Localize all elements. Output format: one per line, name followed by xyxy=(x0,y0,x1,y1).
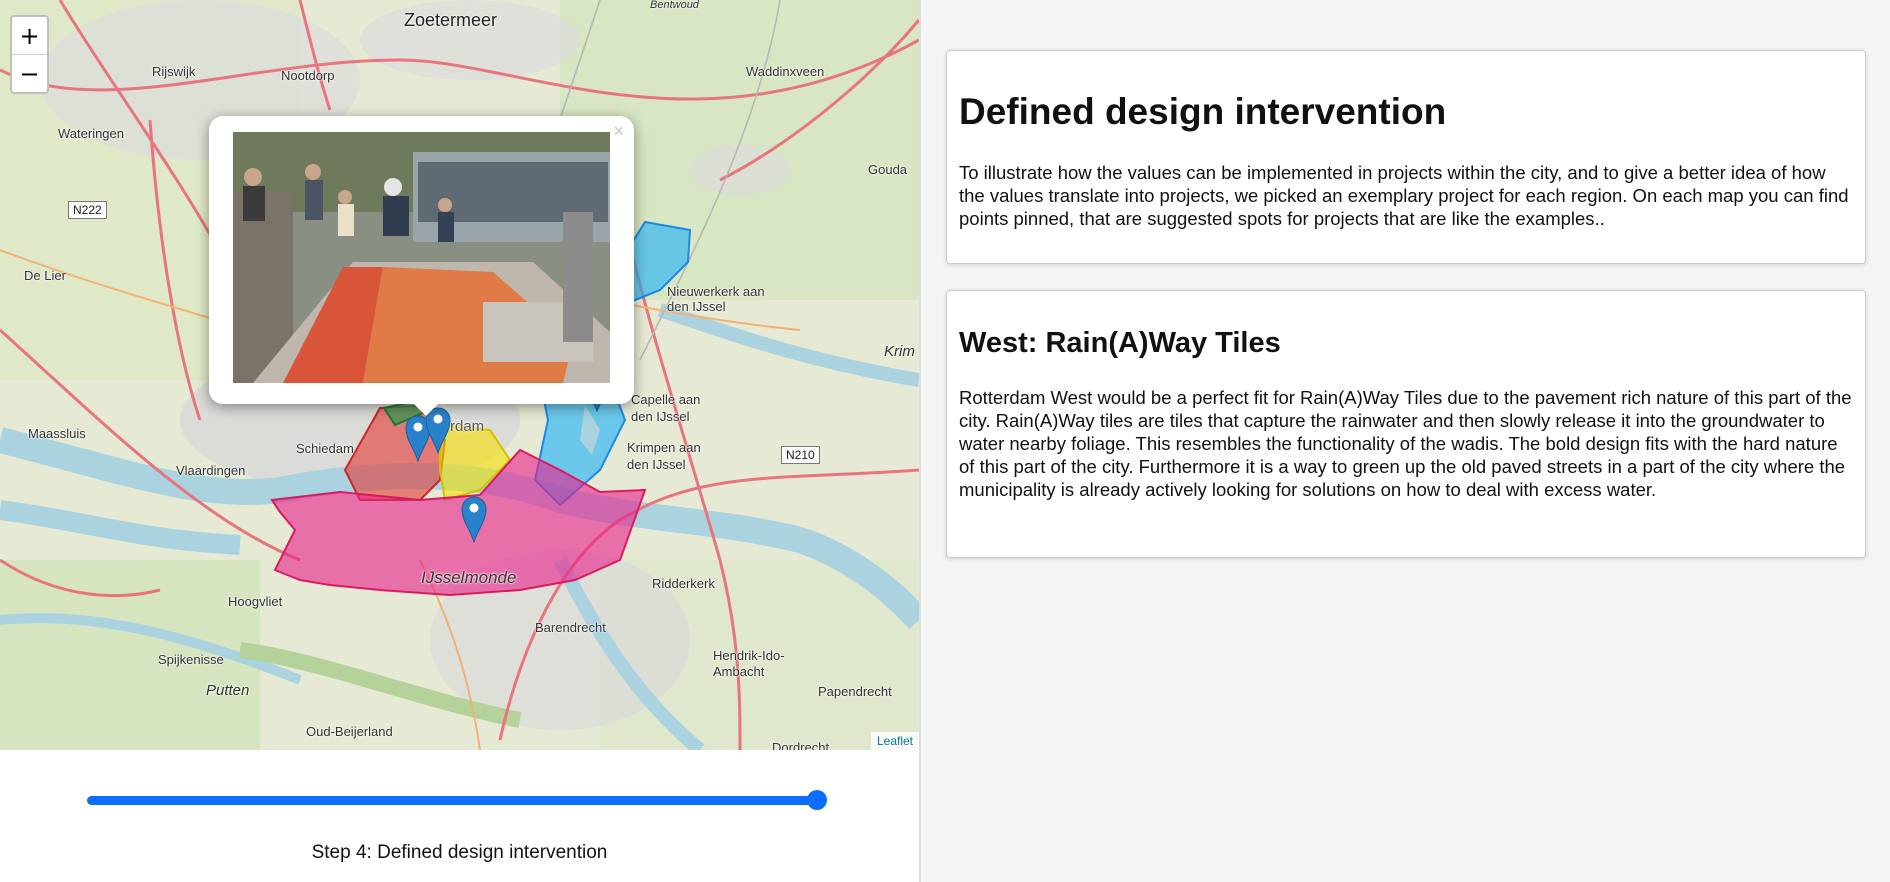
place-label-papendrecht: Papendrecht xyxy=(818,684,892,699)
region-body: Rotterdam West would be a perfect fit fo… xyxy=(959,387,1852,500)
map[interactable]: Zoetermeer Rijswijk Nootdorp Waddinxveen… xyxy=(0,0,919,750)
place-label-oud-beijerland: Oud-Beijerland xyxy=(306,724,393,739)
place-label-dordrecht: Dordrecht xyxy=(772,740,830,750)
left-pane: Zoetermeer Rijswijk Nootdorp Waddinxveen… xyxy=(0,0,919,882)
place-label-rotterdam-partial: rdam xyxy=(450,418,485,435)
region-title: West: Rain(A)Way Tiles xyxy=(959,327,1281,359)
place-label-spijkenisse: Spijkenisse xyxy=(158,652,224,667)
place-label-krimpen-partial: Krim xyxy=(884,343,915,360)
place-label-hendrik-ido-ambacht: Hendrik-Ido-Ambacht xyxy=(713,648,785,679)
pane-divider xyxy=(919,0,921,882)
place-label-gouda: Gouda xyxy=(868,162,908,177)
place-label-schiedam: Schiedam xyxy=(296,441,354,456)
slider-track[interactable] xyxy=(87,796,817,805)
intro-card: Defined design intervention To illustrat… xyxy=(946,50,1866,264)
popup-close-button[interactable]: × xyxy=(613,121,624,142)
step-label: Step 4: Defined design intervention xyxy=(311,842,608,863)
road-shield-n210: N210 xyxy=(781,446,820,464)
map-marker-icon[interactable] xyxy=(461,493,487,543)
zoom-control: + − xyxy=(10,15,49,94)
popup-photo xyxy=(233,132,610,383)
leaflet-attribution-link[interactable]: Leaflet xyxy=(870,732,919,750)
place-label-waddinxveen: Waddinxveen xyxy=(746,64,825,79)
zoom-out-button[interactable]: − xyxy=(12,54,47,92)
place-label-ijsselmonde: IJsselmonde xyxy=(421,568,517,587)
place-label-krimpen: Krimpen aan den IJssel xyxy=(627,440,701,472)
place-label-barendrecht: Barendrecht xyxy=(535,620,606,635)
place-label-ridderkerk: Ridderkerk xyxy=(652,576,715,591)
region-card: West: Rain(A)Way Tiles Rotterdam West wo… xyxy=(946,290,1866,558)
place-label-bentwoud: Bentwoud xyxy=(650,0,699,11)
place-label-zoetermeer: Zoetermeer xyxy=(404,10,498,30)
map-popup: × xyxy=(209,116,634,404)
place-label-putten: Putten xyxy=(206,682,250,699)
place-label-capelle: Capelle aan den IJssel xyxy=(631,392,701,424)
popup-tip xyxy=(412,402,440,416)
place-label-nootdorp: Nootdorp xyxy=(281,68,335,83)
place-label-hoogvliet: Hoogvliet xyxy=(228,594,283,609)
intro-body: To illustrate how the values can be impl… xyxy=(959,162,1849,229)
place-label-wateringen: Wateringen xyxy=(58,126,124,141)
step-slider[interactable] xyxy=(87,790,827,810)
road-shield-n222: N222 xyxy=(68,201,107,219)
place-label-rijswijk: Rijswijk xyxy=(152,64,196,79)
place-label-vlaardingen: Vlaardingen xyxy=(176,463,246,478)
slider-thumb[interactable] xyxy=(807,790,827,810)
place-label-maassluis: Maassluis xyxy=(28,426,86,441)
place-label-nieuwerkerk: Nieuwerkerk aan den IJssel xyxy=(667,284,765,314)
place-label-de-lier: De Lier xyxy=(24,268,66,283)
intro-title: Defined design intervention xyxy=(959,91,1447,132)
zoom-in-button[interactable]: + xyxy=(12,17,47,54)
